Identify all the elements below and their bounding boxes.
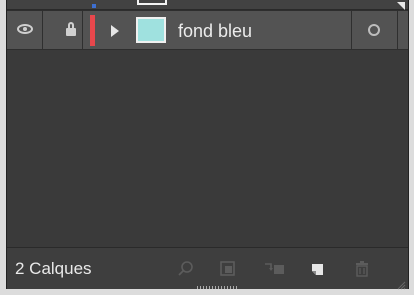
panel-footer: 2 Calques xyxy=(7,247,408,290)
new-layer-button[interactable] xyxy=(309,260,327,278)
previous-layer-row-edge xyxy=(7,0,408,10)
layers-panel: fond bleu 2 Calques xyxy=(6,0,409,290)
lock-toggle[interactable] xyxy=(43,11,83,49)
visibility-toggle[interactable] xyxy=(7,11,43,49)
clipping-mask-icon xyxy=(220,261,235,276)
eye-icon xyxy=(17,24,33,34)
panel-menu-icon[interactable] xyxy=(397,2,405,10)
target-circle-icon xyxy=(368,24,380,36)
lock-icon xyxy=(66,22,76,36)
selection-marker xyxy=(92,4,96,8)
layer-row[interactable]: fond bleu xyxy=(7,10,408,50)
move-to-layer-icon xyxy=(265,263,284,274)
delete-layer-button[interactable] xyxy=(353,260,371,278)
search-icon xyxy=(178,261,193,276)
previous-layer-thumbnail xyxy=(137,0,167,5)
layer-count-label: 2 Calques xyxy=(15,259,92,278)
layer-color-indicator xyxy=(90,15,95,46)
layer-name[interactable]: fond bleu xyxy=(178,20,252,42)
resize-grip-icon[interactable] xyxy=(396,277,406,290)
layers-list-empty-area xyxy=(7,50,408,247)
create-sublayer-button[interactable] xyxy=(263,260,287,278)
trash-icon xyxy=(356,261,368,277)
new-layer-icon xyxy=(312,264,323,275)
locate-object-button[interactable] xyxy=(177,260,195,278)
layer-thumbnail xyxy=(136,17,166,43)
row-divider xyxy=(397,11,398,49)
layer-target[interactable] xyxy=(351,11,397,49)
expand-triangle-icon[interactable] xyxy=(111,25,119,37)
make-clipping-mask-button[interactable] xyxy=(219,260,237,278)
